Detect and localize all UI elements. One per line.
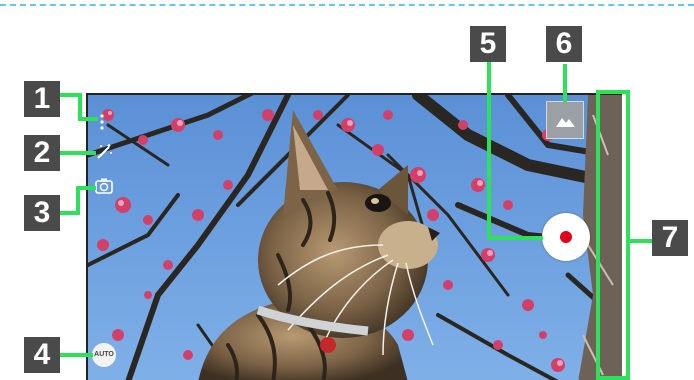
record-button-icon — [560, 231, 572, 243]
auto-mode-button[interactable]: AUTO — [92, 343, 116, 367]
leader-line-1 — [60, 93, 80, 97]
image-thumbnail-icon — [556, 118, 575, 127]
callout-1: 1 — [24, 81, 60, 117]
leader-line-7 — [626, 239, 652, 243]
leader-line-2 — [60, 151, 96, 155]
leader-line-4 — [60, 353, 93, 357]
callout-6: 6 — [546, 26, 582, 62]
leader-line-1 — [78, 117, 98, 121]
bracket-7-bottom — [596, 376, 630, 380]
leader-line-5 — [487, 236, 543, 240]
bracket-7-top — [596, 90, 630, 94]
shutter-button[interactable] — [542, 213, 590, 261]
top-divider — [0, 4, 694, 6]
camera-switch-icon[interactable] — [94, 177, 114, 195]
magic-wand-icon[interactable] — [95, 143, 113, 161]
callout-5: 5 — [470, 26, 506, 62]
callout-3: 3 — [24, 195, 60, 231]
gallery-thumbnail[interactable] — [546, 101, 584, 139]
leader-line-3 — [76, 186, 80, 215]
callout-2: 2 — [24, 135, 60, 171]
bracket-7-left — [596, 90, 600, 380]
leader-line-3 — [76, 186, 96, 190]
leader-line-5 — [487, 62, 491, 240]
leader-line-6 — [563, 64, 567, 102]
bracket-7-side — [626, 90, 630, 380]
callout-7: 7 — [652, 220, 688, 256]
more-vert-icon[interactable] — [99, 114, 105, 130]
callout-4: 4 — [24, 337, 60, 373]
leader-line-1 — [78, 93, 82, 120]
